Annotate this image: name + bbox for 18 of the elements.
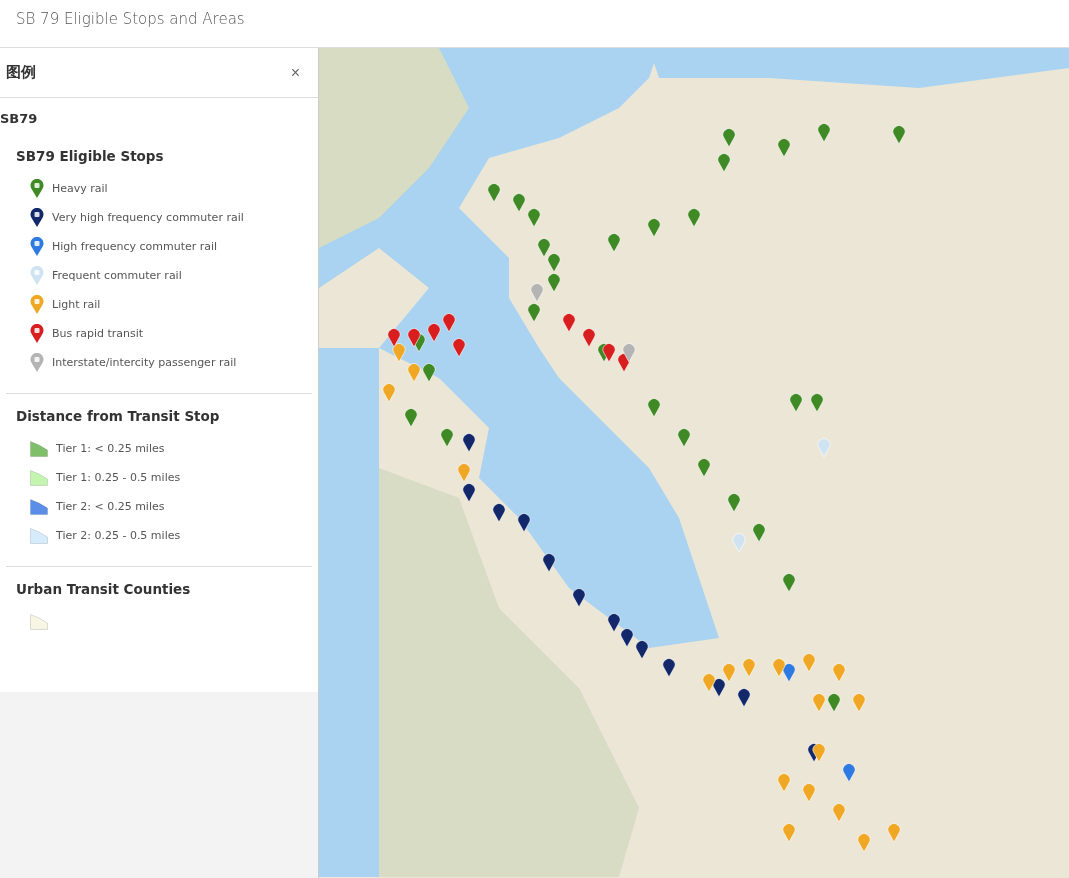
layer-name: SB79 <box>0 110 39 128</box>
legend-label: Tier 1: 0.25 - 0.5 miles <box>56 471 181 484</box>
legend-label: Very high frequency commuter rail <box>52 211 244 224</box>
legend-label: Bus rapid transit <box>52 327 144 340</box>
legend-label: Tier 2: 0.25 - 0.5 miles <box>56 529 181 542</box>
close-button[interactable]: × <box>288 63 302 82</box>
legend-label: Tier 1: < 0.25 miles <box>56 442 165 455</box>
legend-section-title: Distance from Transit Stop <box>16 408 221 424</box>
legend-label: Interstate/intercity passenger rail <box>52 356 237 369</box>
app-title: SB 79 Eligible Stops and Areas <box>16 10 245 28</box>
legend-label: Heavy rail <box>52 182 108 195</box>
legend-title: 图例 <box>6 63 36 82</box>
legend-label: High frequency commuter rail <box>52 240 218 253</box>
legend-section-title: SB79 Eligible Stops <box>16 148 165 164</box>
legend-label: Light rail <box>52 298 101 311</box>
legend-label: Tier 2: < 0.25 miles <box>56 500 165 513</box>
legend-label: Frequent commuter rail <box>52 269 182 282</box>
legend-section-title: Urban Transit Counties <box>16 581 192 597</box>
